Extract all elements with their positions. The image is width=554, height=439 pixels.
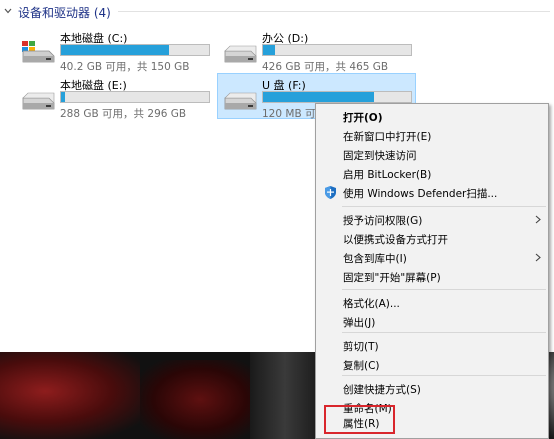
menu-item-grant-access-label: 授予访问权限(G): [343, 215, 423, 227]
drive-e-usage-bar: [60, 91, 210, 103]
menu-separator: [342, 206, 546, 207]
drive-e-size: 288 GB 可用，共 296 GB: [60, 108, 187, 120]
menu-item-open-new-window[interactable]: 在新窗口中打开(E): [318, 126, 547, 145]
menu-item-format-label: 格式化(A)...: [343, 298, 400, 310]
menu-item-include-in-library[interactable]: 包含到库中(I): [318, 248, 547, 267]
menu-item-pin-quick-access-label: 固定到快速访问: [343, 150, 417, 162]
drive-d-size: 426 GB 可用，共 465 GB: [262, 61, 389, 73]
menu-item-include-in-library-label: 包含到库中(I): [343, 253, 407, 265]
menu-item-create-shortcut[interactable]: 创建快捷方式(S): [318, 379, 547, 398]
menu-item-bitlocker[interactable]: 启用 BitLocker(B): [318, 164, 547, 183]
menu-item-eject[interactable]: 弹出(J): [318, 312, 547, 331]
menu-item-cut[interactable]: 剪切(T): [318, 336, 547, 355]
drive-d-usage-fill: [263, 45, 275, 55]
menu-item-eject-label: 弹出(J): [343, 317, 376, 329]
menu-item-copy[interactable]: 复制(C): [318, 355, 547, 374]
drive-c-usage-bar: [60, 44, 210, 56]
menu-item-grant-access[interactable]: 授予访问权限(G): [318, 210, 547, 229]
menu-item-cut-label: 剪切(T): [343, 341, 379, 353]
menu-item-pin-quick-access[interactable]: 固定到快速访问: [318, 145, 547, 164]
menu-item-portable-device[interactable]: 以便携式设备方式打开: [318, 229, 547, 248]
wallpaper-red-figure: [0, 352, 150, 439]
drive-e-usage-fill: [61, 92, 66, 102]
menu-item-open-new-window-label: 在新窗口中打开(E): [343, 131, 432, 143]
menu-item-defender-scan-label: 使用 Windows Defender扫描...: [343, 188, 498, 200]
properties-annotation-box: [324, 405, 395, 434]
drive-c-size: 40.2 GB 可用，共 150 GB: [60, 61, 190, 73]
drive-c-tile[interactable]: 本地磁盘 (C:) 40.2 GB 可用，共 150 GB: [16, 27, 216, 73]
menu-item-bitlocker-label: 启用 BitLocker(B): [343, 169, 432, 181]
context-menu: 打开(O) 在新窗口中打开(E) 固定到快速访问 启用 BitLocker(B)…: [315, 103, 549, 439]
hard-drive-icon: [224, 45, 257, 63]
devices-group-header[interactable]: 设备和驱动器 (4): [0, 0, 554, 22]
hard-drive-icon: [224, 92, 257, 110]
drive-c-usage-fill: [61, 45, 170, 55]
menu-item-format[interactable]: 格式化(A)...: [318, 293, 547, 312]
menu-item-portable-device-label: 以便携式设备方式打开: [343, 234, 448, 246]
drive-f-usage-fill: [263, 92, 374, 102]
menu-separator: [342, 332, 546, 333]
menu-separator: [342, 289, 546, 290]
group-divider: [118, 11, 550, 12]
menu-item-create-shortcut-label: 创建快捷方式(S): [343, 384, 421, 396]
menu-item-copy-label: 复制(C): [343, 360, 380, 372]
menu-item-pin-start-label: 固定到"开始"屏幕(P): [343, 272, 441, 284]
drive-e-tile[interactable]: 本地磁盘 (E:) 288 GB 可用，共 296 GB: [16, 74, 216, 120]
menu-item-defender-scan[interactable]: 使用 Windows Defender扫描...: [318, 183, 547, 202]
windows-drive-icon: [21, 40, 55, 63]
menu-item-open[interactable]: 打开(O): [318, 107, 547, 126]
submenu-arrow-icon: [535, 215, 541, 224]
devices-group-title: 设备和驱动器 (4): [18, 6, 111, 20]
wallpaper-dark-figure: [140, 360, 260, 439]
collapse-chevron-icon[interactable]: [3, 6, 13, 16]
submenu-arrow-icon: [535, 253, 541, 262]
menu-item-open-label: 打开(O): [343, 112, 383, 124]
drive-d-tile[interactable]: 办公 (D:) 426 GB 可用，共 465 GB: [218, 27, 418, 73]
drive-d-usage-bar: [262, 44, 412, 56]
menu-separator: [342, 375, 546, 376]
drive-f-usage-bar: [262, 91, 412, 103]
hard-drive-icon: [22, 92, 55, 110]
windows-defender-shield-icon: [325, 186, 336, 199]
wallpaper-shadow: [250, 352, 320, 439]
menu-item-pin-start[interactable]: 固定到"开始"屏幕(P): [318, 267, 547, 286]
